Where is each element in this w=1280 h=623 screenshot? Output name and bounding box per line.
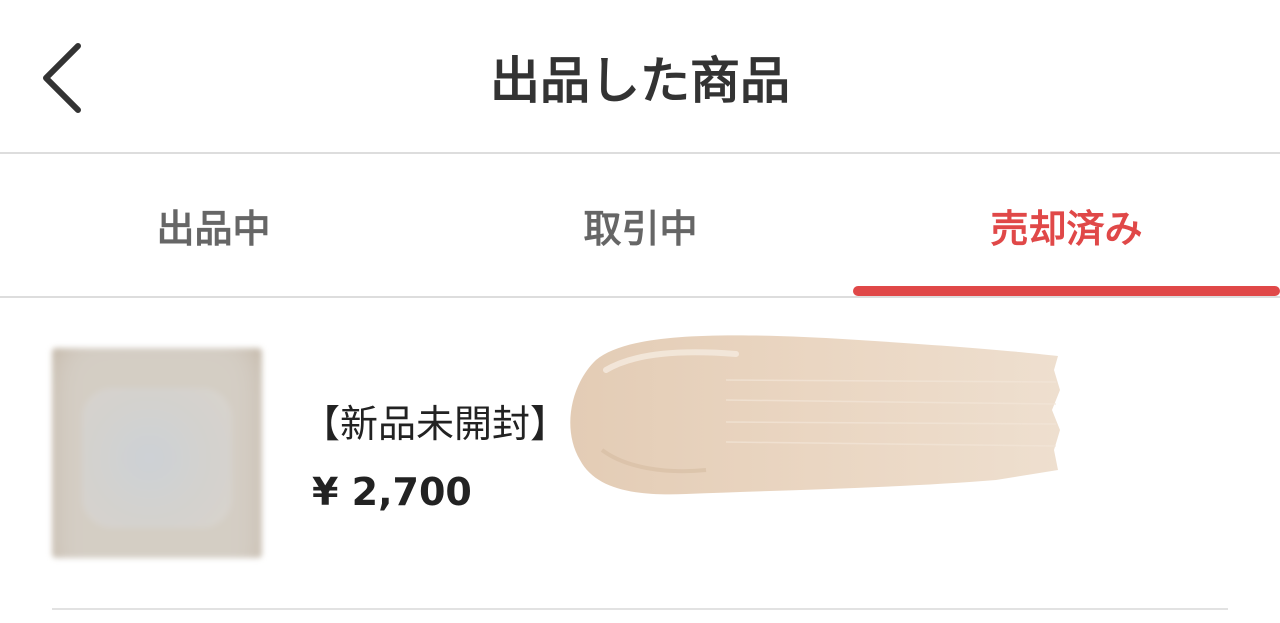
product-thumbnail bbox=[52, 348, 262, 558]
item-title: 【新品未開封】 bbox=[302, 402, 569, 446]
page-title: 出品した商品 bbox=[490, 52, 790, 110]
tab-listing[interactable]: 出品中 bbox=[0, 154, 427, 296]
tab-bar: 出品中 取引中 売却済み bbox=[0, 154, 1280, 298]
item-price: ¥ 2,700 bbox=[312, 470, 472, 514]
tab-trading[interactable]: 取引中 bbox=[427, 154, 854, 296]
tab-sold[interactable]: 売却済み bbox=[853, 154, 1280, 296]
active-tab-indicator bbox=[853, 286, 1280, 296]
redaction-smear bbox=[566, 330, 1064, 500]
header: 出品した商品 bbox=[0, 0, 1280, 154]
